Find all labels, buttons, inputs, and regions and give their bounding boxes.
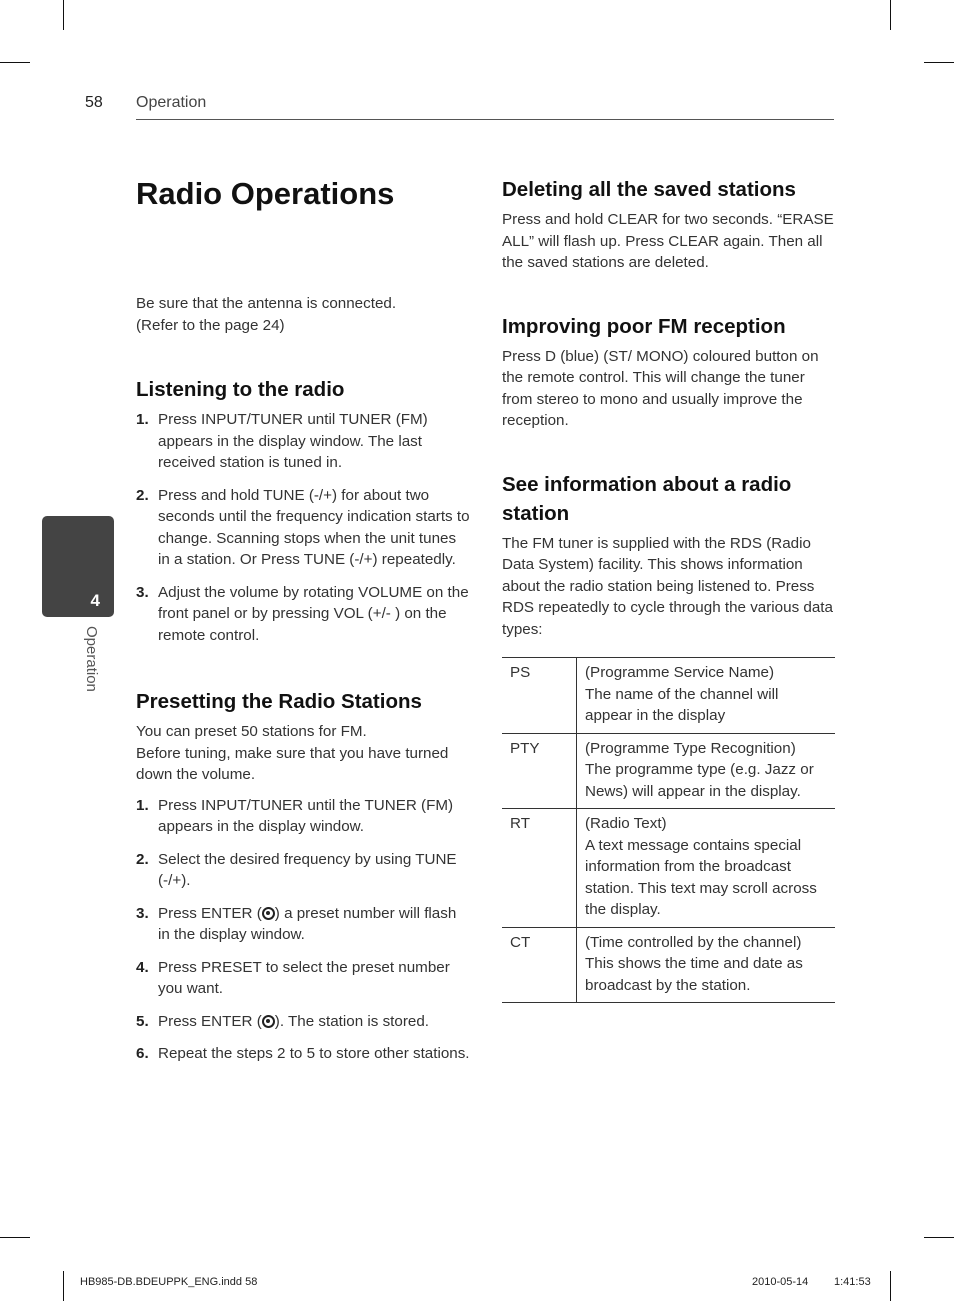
rds-description: (Programme Service Name) The name of the … [576,657,835,734]
header-rule [136,119,834,120]
step-text: Press ENTER ( [158,904,262,922]
list-item: 5. Press ENTER ( ). The station is stored. [136,1011,471,1033]
step-number: 3. [136,904,149,922]
step-text: Repeat the steps 2 to 5 to store other s… [158,1045,470,1062]
list-item: 3. Adjust the volume by rotating VOLUME o… [136,582,471,647]
section-heading-deleting: Deleting all the saved stations [502,178,796,201]
step-text: ). The station is stored. [274,1012,429,1030]
crop-mark [0,62,30,63]
rds-code: CT [502,926,577,1003]
rds-desc: The name of the channel will appear in t… [585,685,779,725]
rds-desc: The programme type (e.g. Jazz or News) w… [585,761,814,800]
footer-date: 2010-05-14 [752,1276,809,1288]
table-row: CT (Time controlled by the channel) This … [502,926,835,1003]
deleting-body: Press and hold CLEAR for two seconds. “E… [502,211,834,271]
left-column: Radio Operations Be sure that the antenn… [136,170,471,1076]
step-number: 2. [136,850,149,868]
rds-title: (Radio Text) [585,815,667,832]
step-text: Press ENTER ( [158,1012,262,1030]
step-text: Press PRESET to select the preset number… [158,958,450,998]
preset-intro: You can preset 50 stations for FM. [136,723,367,740]
rds-description: (Programme Type Recognition) The programm… [576,732,835,809]
rds-code: PS [502,657,577,734]
step-number: 2. [136,486,149,504]
rds-desc: A text message contains special informat… [585,836,817,919]
right-column: Deleting all the saved stations Press an… [502,170,837,1003]
presetting-steps: 1. Press INPUT/TUNER until the TUNER (FM)… [136,795,471,1065]
step-number: 4. [136,958,149,976]
step-number: 1. [136,796,149,814]
improving-body: Press D (blue) (ST/ MONO) coloured butto… [502,347,819,430]
step-text: Press INPUT/TUNER until the TUNER (FM) a… [158,796,454,836]
footer-filename: HB985-DB.BDEUPPK_ENG.indd 58 [80,1276,258,1288]
rds-title: (Programme Type Recognition) [585,739,796,757]
enter-button-icon [261,906,275,920]
chapter-number: 4 [90,591,100,610]
crop-mark [63,1271,64,1301]
crop-mark [890,1271,891,1301]
rds-body: The FM tuner is supplied with the RDS (R… [502,534,833,638]
crop-mark [924,1237,954,1238]
table-row: RT (Radio Text) A text message contains s… [502,808,835,928]
page-number: 58 [85,94,103,111]
chapter-label: Operation [83,626,100,692]
table-row: PS (Programme Service Name) The name of t… [502,657,835,734]
step-number: 5. [136,1012,149,1030]
section-heading-listening: Listening to the radio [136,378,345,401]
section-heading-rds: See information about a radio station [502,472,792,525]
list-item: 2. Press and hold TUNE (-/+) for about tw… [136,485,471,571]
step-number: 1. [136,411,149,428]
crop-mark [924,62,954,63]
listening-steps: 1. Press INPUT/TUNER until TUNER (FM) app… [136,409,471,646]
page-title: Radio Operations [136,176,395,211]
rds-code: PTY [502,732,577,809]
rds-desc: This shows the time and date as broadcas… [585,955,803,994]
rds-table: PS (Programme Service Name) The name of t… [502,657,835,1003]
list-item: 4. Press PRESET to select the preset numb… [136,957,471,1000]
rds-title: (Time controlled by the channel) [585,933,802,951]
preset-intro: Before tuning, make sure that you have t… [136,744,449,784]
rds-description: (Radio Text) A text message contains spec… [576,808,835,928]
chapter-tab: 4 [42,516,114,617]
step-text: Press INPUT/TUNER until TUNER (FM) appea… [158,411,428,471]
table-row: PTY (Programme Type Recognition) The prog… [502,732,835,809]
step-text: Press and hold TUNE (-/+) for about two … [158,486,470,569]
step-text: Adjust the volume by rotating VOLUME on … [158,583,469,644]
list-item: 1. Press INPUT/TUNER until TUNER (FM) app… [136,409,471,474]
section-title: Operation [136,94,207,111]
crop-mark [0,1237,30,1238]
intro-line: Be sure that the antenna is connected. [136,295,397,312]
section-heading-improving: Improving poor FM reception [502,314,786,338]
crop-mark [63,0,64,30]
step-text: Select the desired frequency by using TU… [158,850,457,890]
list-item: 3. Press ENTER () a preset number will fl… [136,903,471,946]
list-item: 1. Press INPUT/TUNER until the TUNER (FM)… [136,795,471,838]
step-number: 3. [136,583,149,601]
list-item: 6. Repeat the steps 2 to 5 to store other… [136,1043,471,1065]
rds-description: (Time controlled by the channel) This sho… [576,926,835,1003]
footer-time: 1:41:53 [834,1276,871,1288]
rds-title: (Programme Service Name) [585,664,775,681]
list-item: 2. Select the desired frequency by using … [136,849,471,892]
enter-button-icon [261,1014,275,1028]
step-number: 6. [136,1045,149,1062]
rds-code: RT [502,808,577,928]
intro-line: (Refer to the page 24) [136,316,285,334]
section-heading-presetting: Presetting the Radio Stations [136,690,422,713]
crop-mark [890,0,891,30]
